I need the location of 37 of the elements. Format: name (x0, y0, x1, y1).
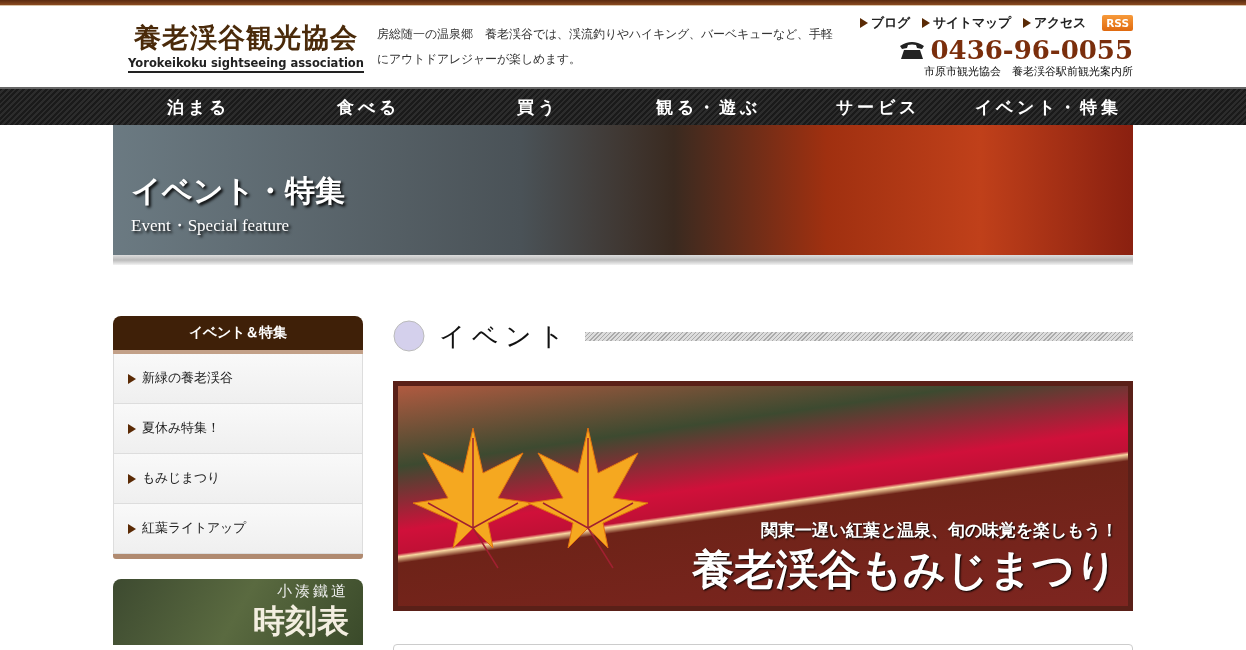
triangle-icon (922, 18, 931, 28)
section-heading: イベント (439, 319, 571, 353)
triangle-icon (1023, 18, 1032, 28)
banner-catchphrase: 関東一遅い紅葉と温泉、旬の味覚を楽しもう！ (761, 519, 1118, 542)
sidebar-item[interactable]: もみじまつり (113, 454, 363, 504)
circle-icon (393, 320, 425, 352)
sidebar-title: イベント＆特集 (113, 316, 363, 354)
header-link[interactable]: ブログ (860, 14, 911, 32)
header-link[interactable]: サイトマップ (922, 14, 1012, 32)
triangle-icon (128, 473, 136, 484)
nav-link[interactable]: 食べる (283, 89, 453, 125)
phone-number: 0436-96-0055 (930, 35, 1133, 64)
nav-link[interactable]: イベント・特集 (963, 89, 1133, 125)
nav-link[interactable]: 買う (453, 89, 623, 125)
triangle-icon (128, 423, 136, 434)
header-link[interactable]: アクセス (1023, 14, 1087, 32)
phone-icon (897, 39, 926, 60)
phone-note: 市原市観光協会 養老渓谷駅前観光案内所 (924, 63, 1133, 79)
hero-title: イベント・特集 (131, 172, 345, 210)
banner-title: 養老渓谷もみじまつり (692, 544, 1118, 596)
triangle-icon (128, 523, 136, 534)
tagline: 房総随一の温泉郷 養老渓谷では、渓流釣りやハイキング、バーベキューなど、手軽にアウトドアレジャーが楽しめます。 (377, 25, 834, 68)
triangle-icon (860, 18, 869, 28)
triangle-icon (128, 373, 136, 384)
timetable-banner[interactable]: 小湊鐵道 時刻表 (113, 579, 363, 645)
nav-link[interactable]: 観る・遊ぶ (623, 89, 793, 125)
nav-link[interactable]: サービス (793, 89, 963, 125)
sidebar-item[interactable]: 紅葉ライトアップ (113, 504, 363, 554)
hero-subtitle: Event・Special feature (131, 215, 291, 237)
sidebar-item[interactable]: 夏休み特集！ (113, 404, 363, 454)
sidebar-item[interactable]: 新緑の養老渓谷 (113, 354, 363, 404)
logo-title: 養老渓谷観光協会 (134, 21, 358, 55)
nav-link[interactable]: 泊まる (113, 89, 283, 125)
festival-banner[interactable]: 関東一遅い紅葉と温泉、旬の味覚を楽しもう！ 養老渓谷もみじまつり (393, 381, 1133, 611)
banner-caption: 小湊鐵道 (277, 581, 349, 601)
banner-title: 時刻表 (253, 601, 349, 641)
logo-subtitle: Yorokeikoku sightseeing association (128, 56, 364, 73)
